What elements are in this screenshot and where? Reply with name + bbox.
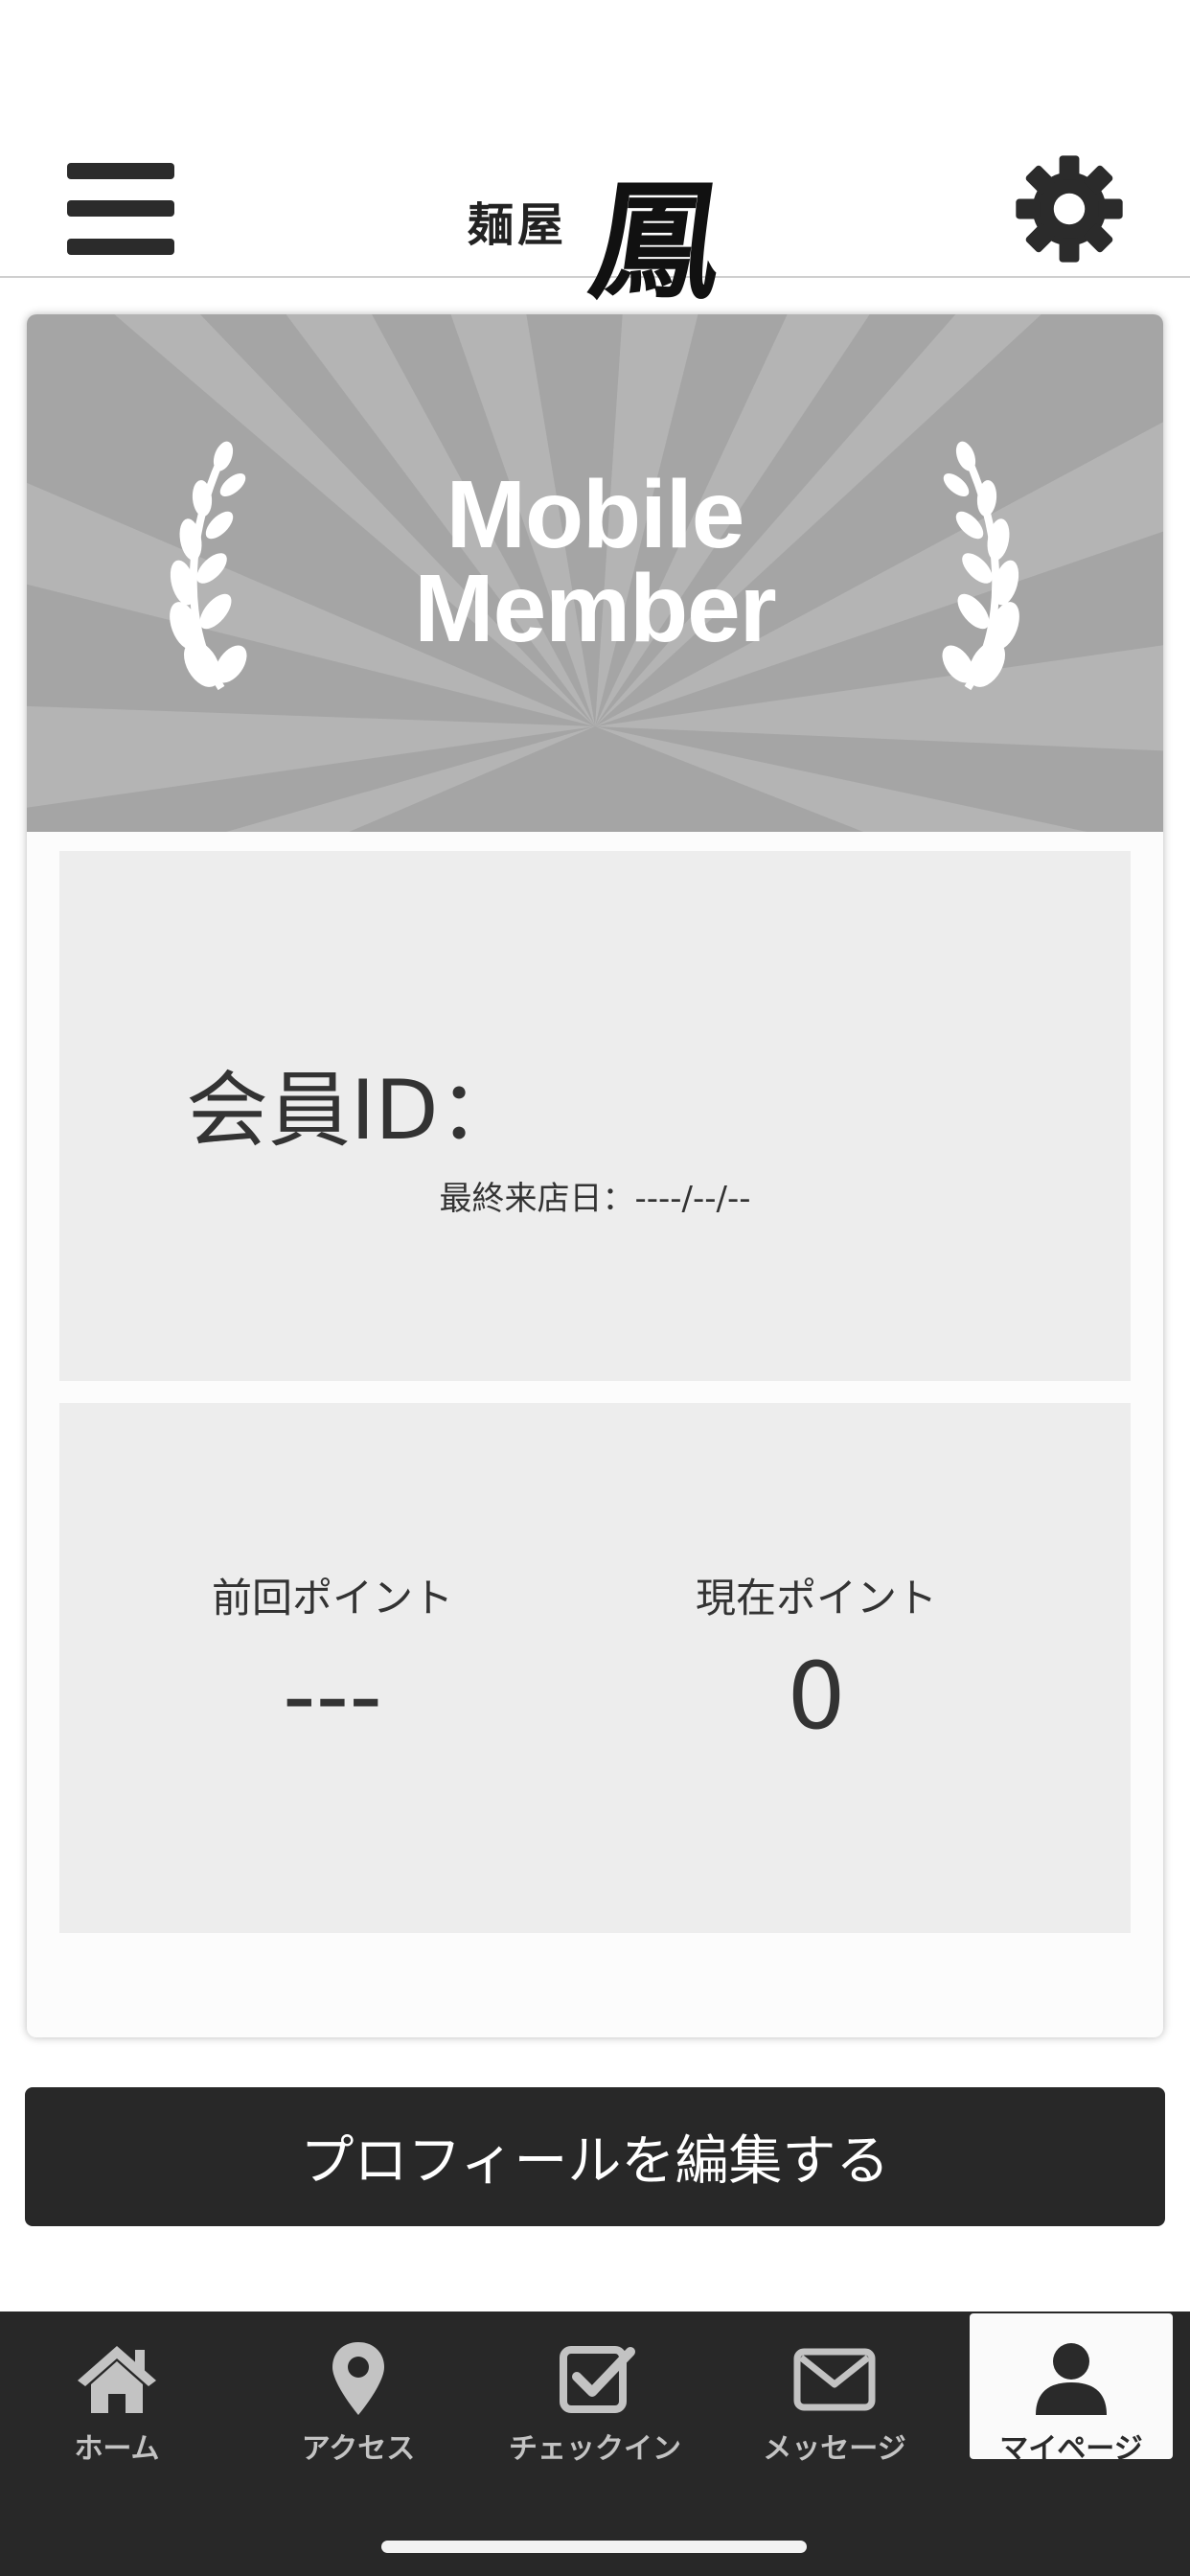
shop-logo: 麺屋 鳳	[460, 144, 733, 317]
tab-access[interactable]: アクセス	[257, 2313, 460, 2466]
member-banner: Mobile Member	[27, 314, 1163, 832]
member-id-label: 会員ID：	[186, 1063, 521, 1159]
bottom-tab-bar: ホーム アクセス チェックイン メッセージ マイページ	[0, 2312, 1190, 2576]
banner-line-2: Member	[414, 555, 776, 662]
edit-profile-button[interactable]: プロフィールを編集する	[25, 2087, 1165, 2226]
tab-checkin-label: チェックイン	[509, 2432, 681, 2466]
current-points-label: 現在ポイント	[695, 1575, 937, 1622]
envelope-icon	[793, 2348, 876, 2411]
banner-line-1: Mobile	[446, 461, 745, 568]
hamburger-menu-icon[interactable]	[67, 163, 174, 255]
app-header: 麺屋 鳳	[0, 0, 1190, 317]
tab-message-label: メッセージ	[763, 2432, 906, 2466]
previous-points: 前回ポイント ---	[93, 1566, 572, 1749]
tab-access-label: アクセス	[301, 2432, 416, 2466]
home-indicator	[381, 2541, 807, 2553]
member-card: Mobile Member 会員ID： 最終来店日：----/--/-- 前回ポ…	[27, 314, 1163, 2037]
tab-mypage[interactable]: マイページ	[970, 2313, 1173, 2466]
member-id-panel: 会員ID： 最終来店日：----/--/--	[59, 851, 1131, 1381]
tab-message[interactable]: メッセージ	[733, 2313, 936, 2466]
map-pin-icon	[332, 2342, 384, 2415]
logo-text-big: 鳳	[582, 165, 733, 317]
tab-home[interactable]: ホーム	[15, 2313, 218, 2466]
logo-text-small: 麺屋	[468, 198, 568, 252]
check-square-icon	[560, 2346, 635, 2413]
current-points: 現在ポイント 0	[577, 1566, 1056, 1749]
points-panel: 前回ポイント --- 現在ポイント 0	[59, 1403, 1131, 1933]
current-points-value: 0	[787, 1643, 846, 1750]
home-icon	[78, 2346, 156, 2413]
banner-title: Mobile Member	[27, 461, 1163, 662]
gear-icon[interactable]	[1014, 153, 1125, 264]
tab-home-label: ホーム	[74, 2432, 160, 2466]
tab-mypage-label: マイページ	[999, 2432, 1143, 2466]
previous-points-label: 前回ポイント	[211, 1575, 453, 1622]
user-icon	[1036, 2343, 1107, 2415]
tab-checkin[interactable]: チェックイン	[493, 2313, 697, 2466]
previous-points-value: ---	[283, 1643, 382, 1750]
last-visit-date: 最終来店日：----/--/--	[439, 1180, 751, 1218]
